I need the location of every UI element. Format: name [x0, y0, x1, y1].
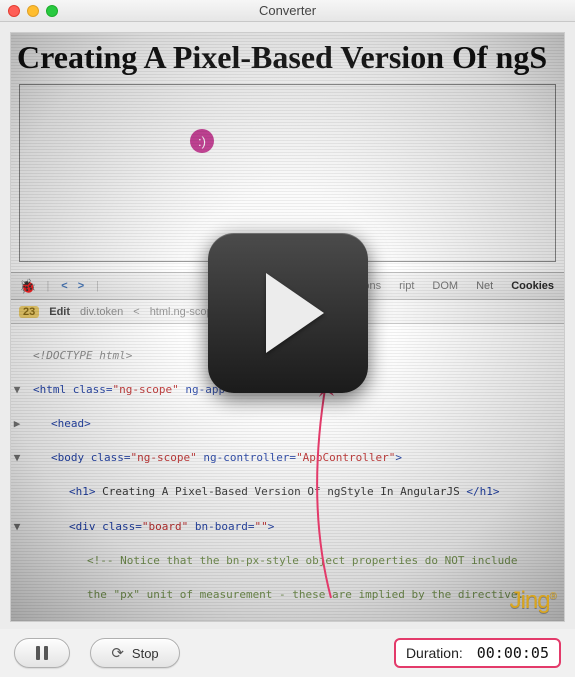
traffic-lights — [8, 5, 58, 17]
disclosure-triangle-icon[interactable]: ▶ — [11, 415, 23, 432]
tab-net[interactable]: Net — [476, 280, 493, 292]
pause-icon — [36, 646, 48, 660]
jing-watermark: Jing® — [510, 587, 556, 615]
stop-button[interactable]: ⟳ Stop — [90, 638, 180, 668]
stop-label: Stop — [132, 646, 159, 661]
bug-icon[interactable]: 🐞 — [19, 278, 36, 295]
control-bar: ⟳ Stop Duration: 00:00:05 — [0, 629, 575, 677]
duration-value: 00:00:05 — [477, 644, 549, 662]
duration-readout: Duration: 00:00:05 — [394, 638, 561, 668]
nav-back-icon[interactable]: < — [59, 280, 69, 292]
reload-icon: ⟳ — [111, 644, 124, 662]
line-badge: 23 — [19, 306, 39, 318]
disclosure-triangle-icon[interactable]: ▼ — [11, 518, 23, 535]
edit-button[interactable]: Edit — [49, 306, 70, 318]
zoom-icon[interactable] — [46, 5, 58, 17]
breadcrumb[interactable]: div.token — [80, 306, 123, 318]
disclosure-triangle-icon[interactable]: ▼ — [11, 449, 23, 466]
minimize-icon[interactable] — [27, 5, 39, 17]
tab-script[interactable]: ript — [399, 280, 414, 292]
tab-cookies[interactable]: Cookies — [511, 280, 554, 292]
token-dot: :) — [190, 129, 214, 153]
pause-button[interactable] — [14, 638, 70, 668]
nav-fwd-icon[interactable]: > — [76, 280, 86, 292]
disclosure-triangle-icon[interactable]: ▼ — [11, 381, 23, 398]
titlebar: Converter — [0, 0, 575, 22]
tab-dom[interactable]: DOM — [432, 280, 458, 292]
close-icon[interactable] — [8, 5, 20, 17]
play-button[interactable] — [208, 233, 368, 393]
duration-label: Duration: — [406, 645, 463, 661]
window-title: Converter — [0, 3, 575, 18]
page-title: Creating A Pixel-Based Version Of ngS — [11, 33, 564, 84]
play-icon — [266, 273, 324, 353]
preview-area: Creating A Pixel-Based Version Of ngS :)… — [10, 32, 565, 622]
